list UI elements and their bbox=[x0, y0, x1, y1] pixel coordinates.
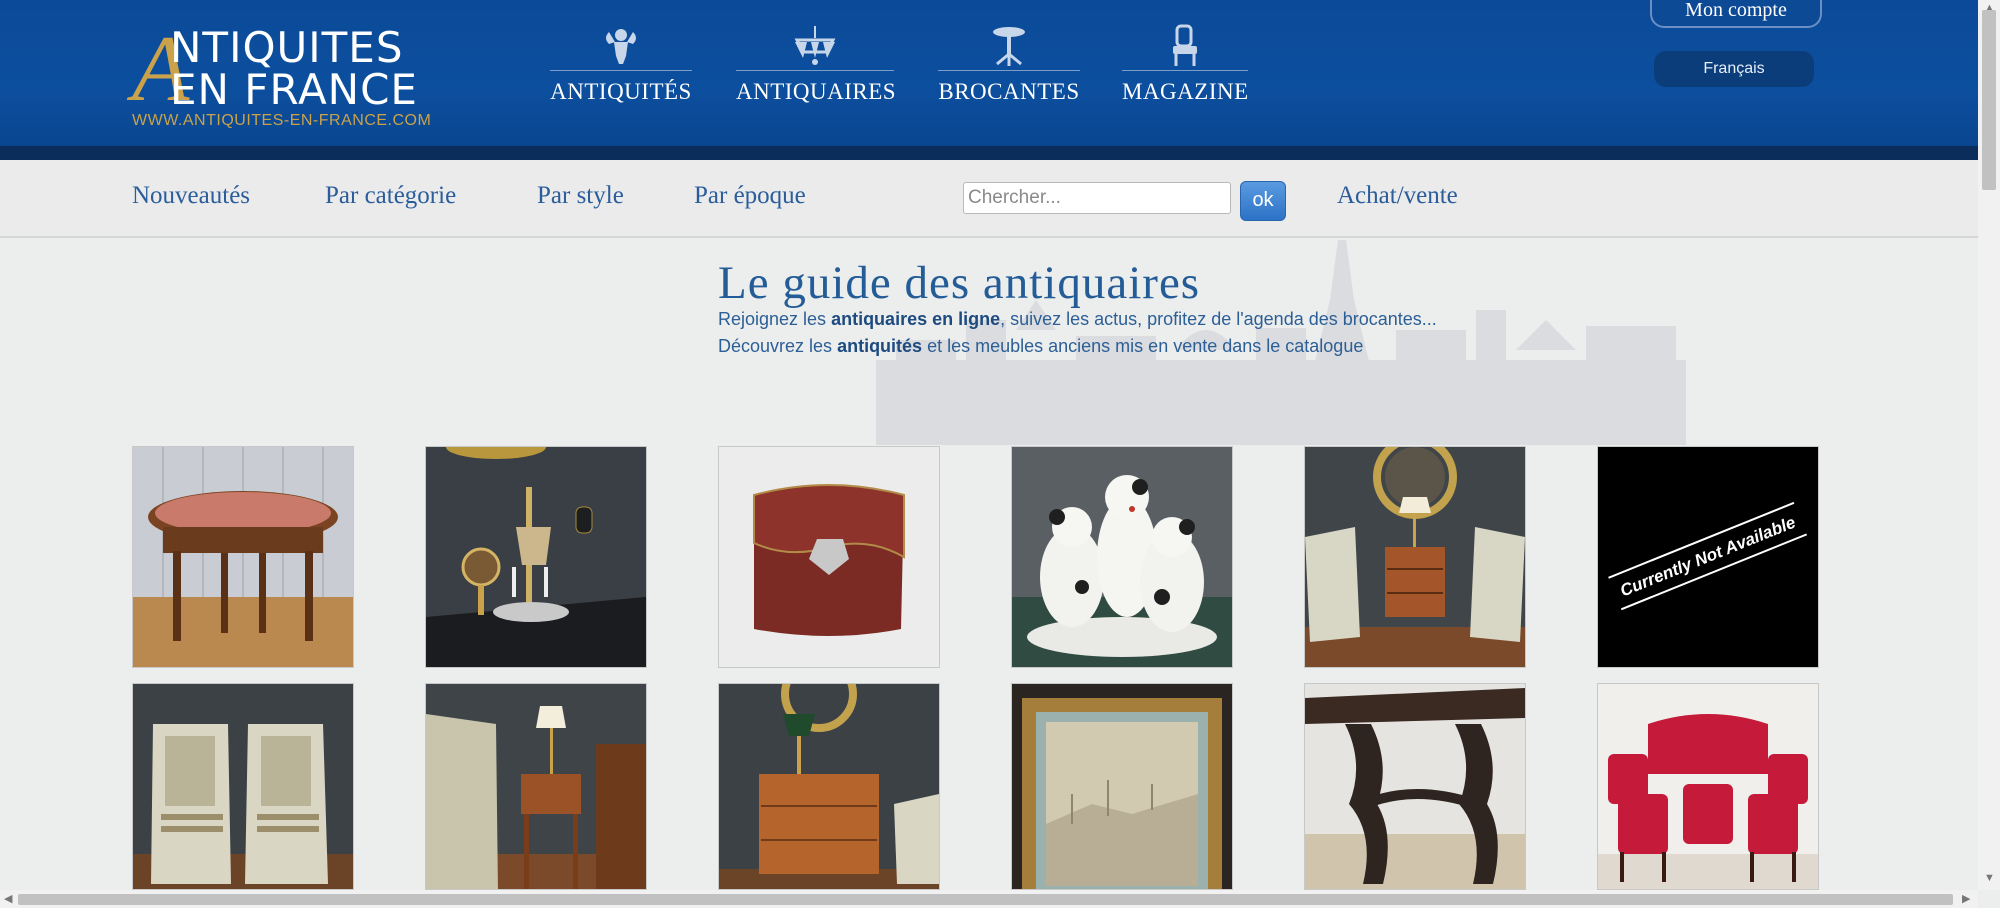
small-side-table-thumbnail bbox=[426, 684, 646, 889]
nav-underline bbox=[550, 70, 692, 71]
product-thumbnail[interactable] bbox=[718, 446, 940, 668]
subnav-achat-vente[interactable]: Achat/vente bbox=[1337, 182, 1458, 210]
search-input[interactable] bbox=[963, 182, 1231, 214]
nav-label: ANTIQUAIRES bbox=[736, 79, 897, 104]
chest-of-drawers-thumbnail bbox=[719, 684, 939, 889]
product-thumbnail[interactable] bbox=[1011, 683, 1233, 890]
nav-antiquaires[interactable]: ANTIQUAIRES bbox=[736, 24, 897, 112]
pair-of-cane-armchairs-thumbnail bbox=[133, 684, 353, 889]
subnav-par-epoque[interactable]: Par époque bbox=[694, 182, 806, 210]
nav-label: MAGAZINE bbox=[1122, 79, 1249, 104]
sub-nav: Nouveautés Par catégorie Par style Par é… bbox=[0, 160, 1978, 238]
intro-line-1: Rejoignez les antiquaires en ligne, suiv… bbox=[718, 309, 1437, 330]
product-thumbnail[interactable] bbox=[1304, 446, 1526, 668]
nav-label: BROCANTES bbox=[938, 79, 1080, 104]
horizontal-scroll-thumb[interactable] bbox=[18, 894, 1953, 905]
porcelain-terrier-dogs-thumbnail bbox=[1012, 447, 1232, 667]
header-divider bbox=[0, 146, 1978, 160]
intro-text: Découvrez les bbox=[718, 336, 838, 356]
nav-underline bbox=[1122, 70, 1248, 71]
product-thumbnail[interactable] bbox=[1304, 683, 1526, 890]
site-header: A NTIQUITES EN FRANCE WWW.ANTIQUITES-EN-… bbox=[0, 0, 1978, 146]
chandelier-icon bbox=[794, 26, 836, 65]
product-thumbnail[interactable] bbox=[1011, 446, 1233, 668]
cherub-icon bbox=[606, 29, 636, 64]
horizontal-scrollbar[interactable]: ◀ ▶ bbox=[0, 890, 1978, 908]
nav-underline bbox=[938, 70, 1080, 71]
framed-watercolor-thumbnail bbox=[1012, 684, 1232, 889]
vertical-scroll-thumb[interactable] bbox=[1982, 10, 1996, 190]
logo-url: WWW.ANTIQUITES-EN-FRANCE.COM bbox=[132, 112, 432, 129]
red-salon-set-thumbnail bbox=[1598, 684, 1818, 889]
subnav-nouveautes[interactable]: Nouveautés bbox=[132, 182, 250, 210]
bouillotte-lamp-thumbnail bbox=[426, 447, 646, 667]
night-table-and-chairs-thumbnail bbox=[1305, 447, 1525, 667]
red-leather-wallet-thumbnail bbox=[719, 447, 939, 667]
intro-line-2: Découvrez les antiquités et les meubles … bbox=[718, 336, 1363, 357]
account-button[interactable]: Mon compte bbox=[1650, 0, 1822, 28]
product-thumbnail[interactable] bbox=[425, 446, 647, 668]
product-thumbnail[interactable] bbox=[718, 683, 940, 890]
product-thumbnail[interactable] bbox=[1597, 683, 1819, 890]
product-thumbnail[interactable] bbox=[132, 683, 354, 890]
subnav-par-categorie[interactable]: Par catégorie bbox=[325, 182, 456, 210]
unavailable-thumbnail: Currently Not Available bbox=[1598, 447, 1818, 667]
logo-line-2: EN FRANCE bbox=[170, 65, 418, 114]
scroll-down-arrow-icon[interactable]: ▼ bbox=[1984, 872, 1995, 884]
intro-text: , suivez les actus, profitez de l'agenda… bbox=[1000, 309, 1437, 329]
site-logo[interactable]: A NTIQUITES EN FRANCE WWW.ANTIQUITES-EN-… bbox=[132, 22, 452, 132]
carved-console-thumbnail bbox=[1305, 684, 1525, 889]
scroll-left-arrow-icon[interactable]: ◀ bbox=[4, 892, 12, 905]
product-thumbnail[interactable] bbox=[132, 446, 354, 668]
nav-underline bbox=[736, 70, 894, 71]
product-thumbnail[interactable]: Currently Not Available bbox=[1597, 446, 1819, 668]
nav-brocantes[interactable]: BROCANTES bbox=[938, 24, 1080, 112]
nav-magazine[interactable]: MAGAZINE bbox=[1122, 24, 1248, 112]
nav-antiquites[interactable]: ANTIQUITÉS bbox=[550, 24, 692, 112]
round-marble-gueridon-thumbnail bbox=[133, 447, 353, 667]
nav-label: ANTIQUITÉS bbox=[550, 79, 692, 104]
intro-text: Rejoignez les bbox=[718, 309, 832, 329]
subnav-par-style[interactable]: Par style bbox=[537, 182, 624, 210]
logo-line-1: NTIQUITES bbox=[170, 23, 404, 72]
search-submit-button[interactable]: ok bbox=[1240, 181, 1286, 221]
intro-link-antiquites[interactable]: antiquités bbox=[837, 336, 922, 356]
intro-link-antiquaires[interactable]: antiquaires en ligne bbox=[831, 309, 1000, 329]
product-thumbnail[interactable] bbox=[425, 683, 647, 890]
vertical-scrollbar[interactable]: ▲ ▼ bbox=[1978, 0, 2000, 890]
page-title: Le guide des antiquaires bbox=[718, 257, 1201, 309]
scroll-right-arrow-icon[interactable]: ▶ bbox=[1962, 892, 1970, 905]
armchair-icon bbox=[1173, 24, 1197, 66]
language-selector[interactable]: Français bbox=[1654, 51, 1814, 87]
intro-text: et les meubles anciens mis en vente dans… bbox=[922, 336, 1364, 356]
pedestal-table-icon bbox=[993, 27, 1025, 66]
